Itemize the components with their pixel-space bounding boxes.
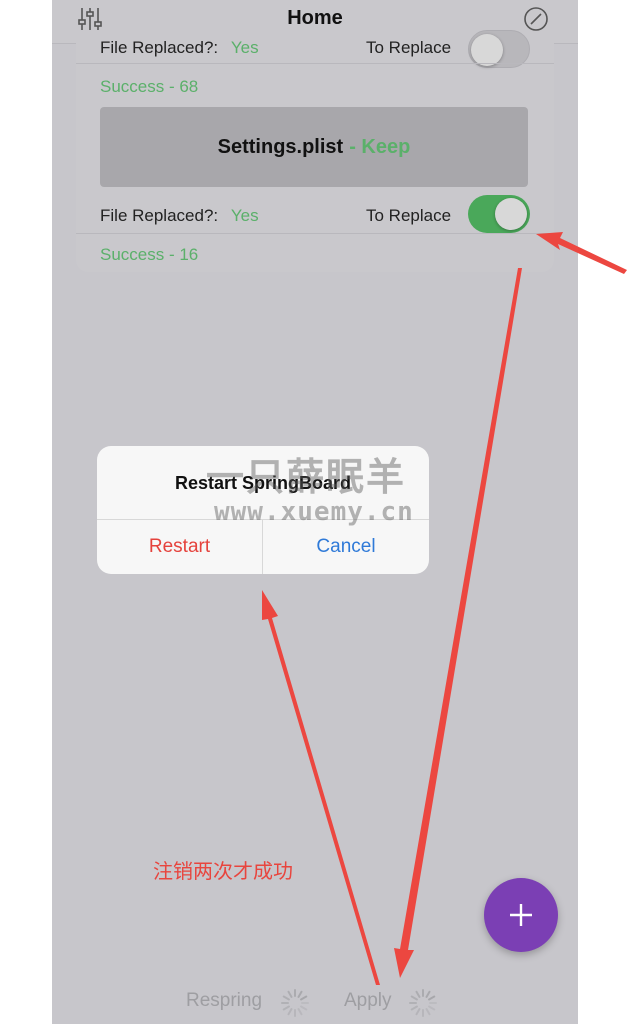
file-header[interactable]: Settings.plist - Keep [100, 107, 528, 187]
spinner-tick [415, 1008, 421, 1016]
restart-button[interactable]: Restart [97, 519, 262, 574]
file-replaced-label: File Replaced?: [100, 38, 219, 57]
file-replaced-label: File Replaced?: [100, 206, 219, 225]
spinner-tick [428, 1005, 436, 1011]
divider [76, 63, 554, 64]
file-replaced-value: Yes [230, 38, 259, 57]
spinner-tick [282, 1005, 290, 1011]
spinner-tick [287, 990, 293, 998]
plus-icon [510, 904, 532, 926]
apply-button[interactable]: Apply [344, 990, 392, 1012]
spinner-tick [410, 1005, 418, 1011]
spinner-tick [428, 995, 436, 1001]
spinner-tick [425, 1008, 431, 1016]
spinner-tick [287, 1008, 293, 1016]
file-name: Settings.plist [217, 135, 344, 158]
to-replace-label: To Replace [366, 206, 452, 225]
to-replace-toggle[interactable] [468, 195, 530, 233]
file-replaced-row: File Replaced?: Yes [100, 38, 259, 58]
add-button[interactable] [484, 878, 558, 952]
spinner-tick [410, 995, 418, 1001]
spinner-tick [300, 995, 308, 1001]
spinner-icon [408, 988, 438, 1018]
toggle-knob [495, 198, 527, 230]
spinner-icon [280, 988, 310, 1018]
watermark-text: 一只薛眠羊 [206, 455, 407, 499]
watermark-url: www.xuemy.cn [214, 497, 414, 527]
compass-icon[interactable] [522, 6, 550, 32]
success-status: Success - 16 [100, 245, 199, 264]
screenshot-frame: Home File Replaced?: Yes To Replace Succ… [0, 0, 638, 1024]
divider [76, 233, 554, 234]
file-replaced-row: File Replaced?: Yes [100, 206, 259, 226]
file-status: - Keep [349, 135, 411, 158]
file-replaced-value: Yes [230, 206, 259, 225]
annotation-text: 注销两次才成功 [153, 859, 293, 883]
spinner-tick [282, 995, 290, 1001]
spinner-tick [425, 990, 431, 998]
toggle-knob [471, 34, 503, 66]
spinner-tick [297, 1008, 303, 1016]
success-status: Success - 68 [100, 77, 199, 96]
spinner-tick [300, 1005, 308, 1011]
respring-button[interactable]: Respring [186, 990, 262, 1012]
spinner-tick [415, 990, 421, 998]
spinner-tick [297, 990, 303, 998]
to-replace-label: To Replace [366, 38, 452, 57]
cancel-button[interactable]: Cancel [263, 519, 429, 574]
page-title: Home [287, 7, 343, 29]
file-list-card: File Replaced?: Yes To Replace Success -… [76, 30, 554, 272]
